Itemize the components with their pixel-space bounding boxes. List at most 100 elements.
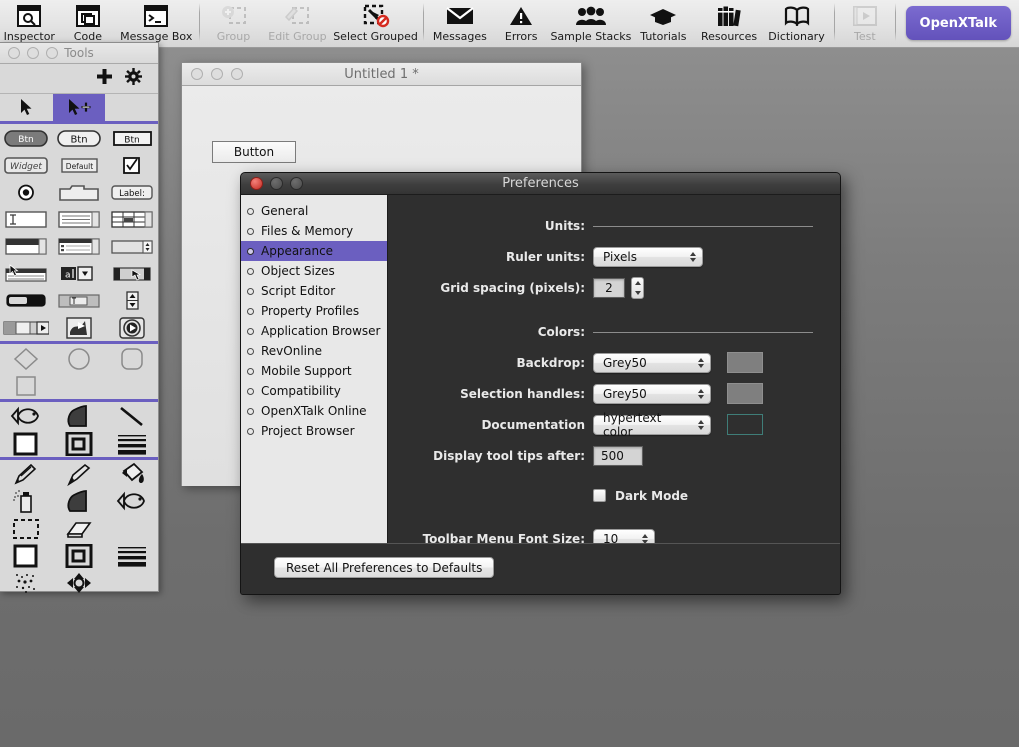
tool-combo-box[interactable]	[0, 233, 53, 260]
tool-text-field[interactable]	[0, 206, 53, 233]
tool-line[interactable]	[105, 403, 158, 430]
tool-line-width[interactable]	[105, 430, 158, 457]
grid-spacing-input[interactable]: 2	[593, 277, 625, 298]
tool-scrollbar[interactable]	[105, 260, 158, 287]
tool-rounded-rect-shape[interactable]	[105, 345, 158, 372]
toolbar-button-select-grouped[interactable]: Select Grouped	[332, 0, 419, 47]
tool-browse-pointer[interactable]	[52, 94, 106, 121]
tool-rotate[interactable]	[53, 569, 106, 596]
toolbar-button-group[interactable]: Group	[204, 0, 263, 47]
stepper-up-icon[interactable]	[634, 280, 641, 285]
tool-default-button[interactable]: Default	[53, 152, 106, 179]
tool-square-shape[interactable]	[0, 372, 53, 399]
tool-player[interactable]	[53, 314, 106, 341]
tools-titlebar[interactable]: Tools	[0, 43, 158, 64]
sidebar-item-label: OpenXTalk Online	[261, 404, 367, 418]
tool-pencil[interactable]	[0, 461, 53, 488]
tool-framed-rectangle-paint[interactable]	[53, 542, 106, 569]
svg-text:Btn: Btn	[124, 136, 139, 146]
tool-eraser[interactable]	[53, 515, 106, 542]
tool-list-select[interactable]	[0, 260, 53, 287]
tool-radio-button[interactable]	[0, 179, 53, 206]
toolbar-button-messages[interactable]: Messages	[428, 0, 492, 47]
sidebar-item-general[interactable]: General	[241, 201, 387, 221]
stack-button-control[interactable]: Button	[212, 141, 296, 163]
radio-icon	[247, 227, 254, 235]
openxtalk-brand-button[interactable]: OpenXTalk	[905, 6, 1012, 40]
tool-diamond-shape[interactable]	[0, 345, 53, 372]
dark-mode-checkbox[interactable]	[593, 489, 606, 502]
tool-freeform-shape[interactable]	[0, 403, 53, 430]
backdrop-color-swatch[interactable]	[727, 352, 763, 373]
toolbar-button-test[interactable]: Test	[839, 0, 890, 47]
tool-framed-rect[interactable]	[53, 430, 106, 457]
sidebar-item-files-memory[interactable]: Files & Memory	[241, 221, 387, 241]
sidebar-item-project-browser[interactable]: Project Browser	[241, 421, 387, 441]
sidebar-item-mobile-support[interactable]: Mobile Support	[241, 361, 387, 381]
tool-widget[interactable]: Widget	[0, 152, 53, 179]
tool-marquee-select[interactable]	[0, 515, 53, 542]
tool-scrolling-list-field[interactable]	[53, 206, 106, 233]
sidebar-item-script-editor[interactable]: Script Editor	[241, 281, 387, 301]
sidebar-item-compatibility[interactable]: Compatibility	[241, 381, 387, 401]
tool-polygon[interactable]	[53, 403, 106, 430]
sidebar-item-revonline[interactable]: RevOnline	[241, 341, 387, 361]
stack-titlebar[interactable]: Untitled 1 *	[182, 63, 581, 86]
sidebar-item-property-profiles[interactable]: Property Profiles	[241, 301, 387, 321]
sidebar-item-object-sizes[interactable]: Object Sizes	[241, 261, 387, 281]
toolbar-button-resources[interactable]: Resources	[695, 0, 762, 47]
tool-table-field[interactable]	[105, 206, 158, 233]
toolbar-button-message-box[interactable]: Message Box	[117, 0, 195, 47]
toolbar-button-tutorials[interactable]: Tutorials	[631, 0, 695, 47]
backdrop-value: Grey50	[603, 355, 647, 370]
tool-progress-bar[interactable]	[0, 287, 53, 314]
tool-checkbox[interactable]	[105, 152, 158, 179]
tool-oval-button[interactable]: Btn	[53, 125, 106, 152]
tool-arrow-pointer[interactable]	[0, 94, 53, 121]
tool-line-size[interactable]	[105, 542, 158, 569]
preferences-titlebar[interactable]: Preferences	[241, 173, 840, 195]
ruler-units-select[interactable]: Pixels	[593, 246, 703, 267]
toolbar-button-sample-stacks[interactable]: Sample Stacks	[550, 0, 631, 47]
tool-video-player[interactable]	[105, 314, 158, 341]
tool-dither-pattern[interactable]	[0, 569, 53, 596]
tool-oval-shape[interactable]	[53, 345, 106, 372]
tool-data-grid[interactable]	[53, 233, 106, 260]
tool-rect-button[interactable]: Btn	[105, 125, 158, 152]
toolbar-button-dictionary[interactable]: Dictionary	[763, 0, 830, 47]
tool-slider[interactable]	[0, 314, 53, 341]
sidebar-item-openxtalk-online[interactable]: OpenXTalk Online	[241, 401, 387, 421]
stepper-down-icon[interactable]	[634, 290, 641, 295]
tool-filled-rect[interactable]	[0, 430, 53, 457]
toolbar-button-errors[interactable]: Errors	[492, 0, 551, 47]
tool-paint-bucket[interactable]	[105, 461, 158, 488]
tool-vertical-scrollbar[interactable]	[105, 287, 158, 314]
tool-curve[interactable]	[105, 488, 158, 515]
selection-handles-color-swatch[interactable]	[727, 383, 763, 404]
toolbar-button-code[interactable]: Code	[59, 0, 118, 47]
documentation-select[interactable]: hypertext color	[593, 411, 711, 439]
tool-filled-rectangle-paint[interactable]	[0, 542, 53, 569]
reset-preferences-button[interactable]: Reset All Preferences to Defaults	[274, 557, 495, 578]
backdrop-select[interactable]: Grey50	[593, 352, 711, 373]
tool-tab-panel[interactable]	[53, 179, 106, 206]
gear-icon[interactable]	[125, 68, 142, 89]
tools-shapes-grid	[0, 344, 158, 399]
tool-label-field[interactable]: Label:	[105, 179, 158, 206]
tool-spray-can[interactable]	[0, 488, 53, 515]
tool-menu-combo[interactable]: a	[53, 260, 106, 287]
grid-spacing-stepper[interactable]	[631, 276, 644, 299]
tool-brush[interactable]	[53, 461, 106, 488]
tool-option-menu[interactable]	[53, 287, 106, 314]
documentation-color-swatch[interactable]	[727, 414, 763, 435]
sidebar-item-application-browser[interactable]: Application Browser	[241, 321, 387, 341]
tooltips-input[interactable]: 500	[593, 445, 643, 466]
tool-spinner-field[interactable]	[105, 233, 158, 260]
tool-rounded-button[interactable]: Btn	[0, 125, 53, 152]
tool-polygon-paint[interactable]	[53, 488, 106, 515]
toolbar-button-inspector[interactable]: Inspector	[0, 0, 59, 47]
selection-handles-select[interactable]: Grey50	[593, 383, 711, 404]
toolbar-button-edit-group[interactable]: Edit Group	[263, 0, 332, 47]
plus-icon[interactable]	[96, 68, 113, 89]
sidebar-item-appearance[interactable]: Appearance	[241, 241, 387, 261]
